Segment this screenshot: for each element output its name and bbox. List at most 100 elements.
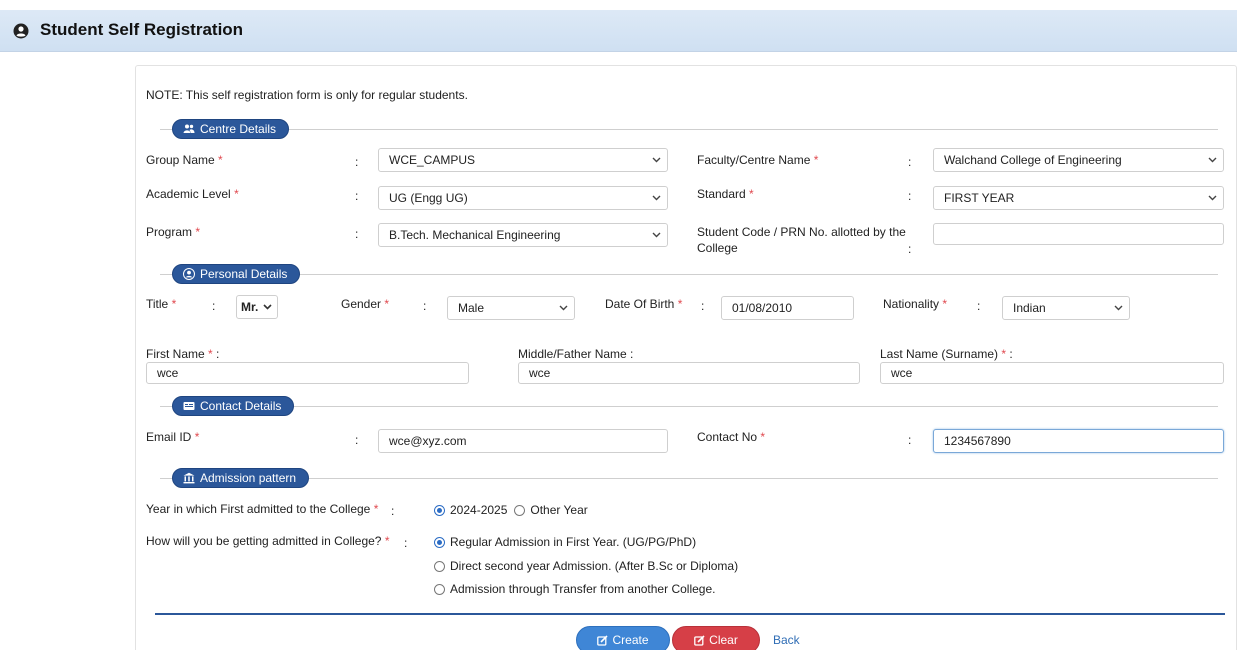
required-mark: *: [208, 347, 213, 361]
nationality-label: Nationality *: [883, 297, 948, 311]
radio-year-2024-2025[interactable]: [434, 504, 445, 516]
required-mark: *: [384, 534, 390, 548]
standard-label: Standard *: [697, 187, 754, 201]
user-circle-icon: [183, 268, 195, 280]
dob-label: Date Of Birth *: [605, 297, 683, 311]
required-mark: *: [813, 153, 819, 167]
colon: :: [908, 433, 912, 447]
program-label: Program *: [146, 225, 201, 239]
colon: :: [908, 155, 912, 169]
colon: :: [355, 189, 359, 203]
chevron-down-icon: [1114, 305, 1123, 311]
middle-name-input[interactable]: wce: [518, 362, 860, 384]
edit-icon: [694, 634, 705, 646]
section-contact-details: Contact Details: [172, 396, 295, 416]
bank-icon: [183, 472, 195, 484]
section-centre-details: Centre Details: [172, 119, 290, 139]
required-mark: *: [195, 225, 201, 239]
group-name-select[interactable]: WCE_CAMPUS: [378, 148, 668, 172]
admission-option-transfer: Admission through Transfer from another …: [434, 582, 715, 596]
title-select[interactable]: Mr.: [236, 295, 278, 319]
radio-transfer-admission[interactable]: [434, 583, 445, 595]
colon: :: [355, 433, 359, 447]
chevron-down-icon: [559, 305, 568, 311]
colon: :: [908, 189, 912, 203]
create-button[interactable]: Create: [576, 626, 670, 650]
page-title: Student Self Registration: [40, 20, 244, 39]
student-code-label: Student Code / PRN No. allotted by the C…: [697, 225, 906, 255]
academic-level-select[interactable]: UG (Engg UG): [378, 186, 668, 210]
standard-select[interactable]: FIRST YEAR: [933, 186, 1224, 210]
id-card-icon: [183, 402, 195, 410]
section-title: Personal Details: [200, 267, 288, 281]
section-title: Admission pattern: [200, 471, 297, 485]
chevron-down-icon: [652, 195, 661, 201]
first-name-input[interactable]: wce: [146, 362, 469, 384]
form-note: NOTE: This self registration form is onl…: [146, 88, 468, 102]
chevron-down-icon: [1208, 157, 1217, 163]
colon: :: [701, 299, 705, 313]
colon: :: [977, 299, 981, 313]
required-mark: *: [1001, 347, 1007, 361]
contact-no-label: Contact No *: [697, 430, 766, 444]
first-name-label: First Name * :: [146, 347, 220, 361]
radio-regular-admission[interactable]: [434, 536, 445, 548]
academic-level-label: Academic Level *: [146, 187, 239, 201]
user-circle-icon: [13, 23, 29, 39]
section-divider: [160, 274, 1218, 275]
year-admitted-label: Year in which First admitted to the Coll…: [146, 502, 379, 516]
required-mark: *: [942, 297, 948, 311]
chevron-down-icon: [263, 304, 272, 310]
clear-button[interactable]: Clear: [672, 626, 760, 650]
section-divider: [160, 478, 1218, 479]
required-mark: *: [760, 430, 766, 444]
section-divider: [160, 129, 1218, 130]
last-name-label: Last Name (Surname) * :: [880, 347, 1013, 361]
required-mark: *: [218, 153, 223, 167]
year-admitted-options: 2024-2025 Other Year: [434, 503, 588, 517]
colon: :: [404, 536, 408, 550]
required-mark: *: [749, 187, 754, 201]
colon: :: [212, 299, 216, 313]
admission-option-regular: Regular Admission in First Year. (UG/PG/…: [434, 535, 696, 549]
program-select[interactable]: B.Tech. Mechanical Engineering: [378, 223, 668, 247]
colon: :: [355, 155, 359, 169]
required-mark: *: [194, 430, 200, 444]
colon: :: [423, 299, 427, 313]
section-admission-pattern: Admission pattern: [172, 468, 310, 488]
section-title: Centre Details: [200, 122, 277, 136]
form-footer-divider: [155, 613, 1225, 615]
email-label: Email ID *: [146, 430, 200, 444]
last-name-input[interactable]: wce: [880, 362, 1224, 384]
section-personal-details: Personal Details: [172, 264, 301, 284]
faculty-label: Faculty/Centre Name *: [697, 153, 819, 167]
colon: :: [391, 504, 395, 518]
contact-no-input[interactable]: 1234567890: [933, 429, 1224, 453]
chevron-down-icon: [652, 232, 661, 238]
group-name-label: Group Name *: [146, 153, 223, 167]
chevron-down-icon: [652, 157, 661, 163]
required-mark: *: [234, 187, 239, 201]
dob-input[interactable]: 01/08/2010: [721, 296, 854, 320]
admission-type-label: How will you be getting admitted in Coll…: [146, 534, 390, 548]
title-label: Title *: [146, 297, 177, 311]
section-divider: [160, 406, 1218, 407]
email-input[interactable]: wce@xyz.com: [378, 429, 668, 453]
nationality-select[interactable]: Indian: [1002, 296, 1130, 320]
required-mark: *: [384, 297, 390, 311]
radio-year-other[interactable]: [514, 504, 526, 516]
student-code-input[interactable]: [933, 223, 1224, 245]
section-title: Contact Details: [200, 399, 282, 413]
chevron-down-icon: [1208, 195, 1217, 201]
required-mark: *: [373, 502, 379, 516]
gender-select[interactable]: Male: [447, 296, 575, 320]
middle-name-label: Middle/Father Name :: [518, 347, 634, 361]
radio-direct-second-year[interactable]: [434, 560, 445, 572]
back-link[interactable]: Back: [773, 633, 800, 647]
gender-label: Gender *: [341, 297, 390, 311]
faculty-select[interactable]: Walchand College of Engineering: [933, 148, 1224, 172]
required-mark: *: [677, 297, 683, 311]
page-header: Student Self Registration: [0, 10, 1237, 52]
edit-icon: [597, 634, 609, 646]
required-mark: *: [171, 297, 177, 311]
